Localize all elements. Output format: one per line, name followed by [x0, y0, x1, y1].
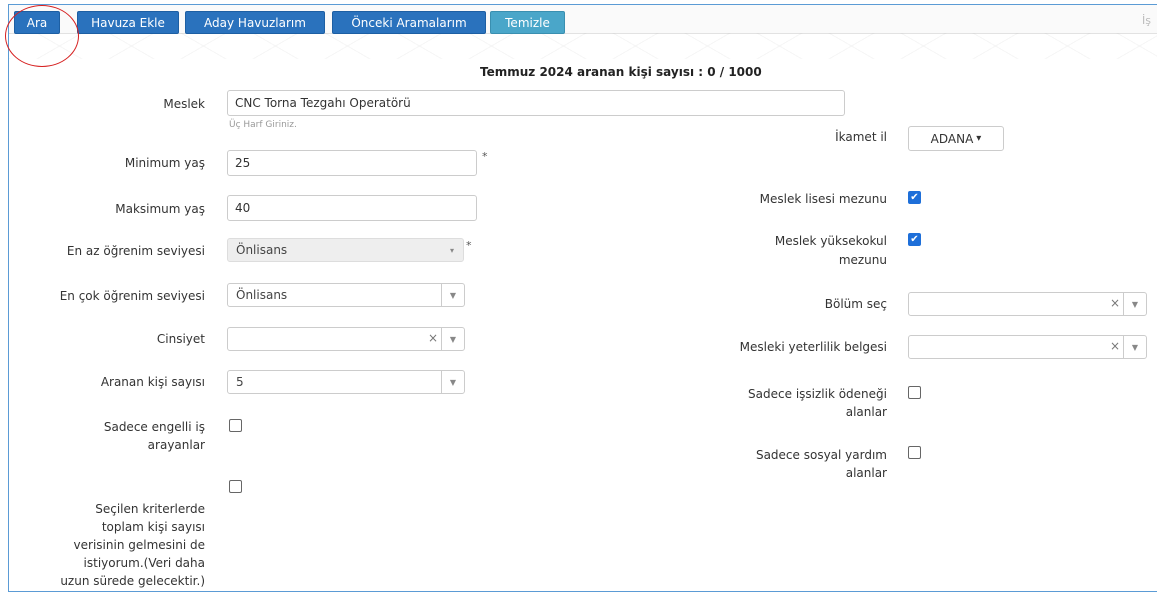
toplam-kisi-label-line5: uzun sürede gelecektir.) [60, 574, 205, 588]
en-az-ogrenim-label: En az öğrenim seviyesi [66, 244, 205, 258]
toolbar [9, 5, 1157, 34]
ikamet-il-value: ADANA [930, 131, 974, 146]
ara-button[interactable]: Ara [14, 11, 60, 34]
havuza-ekle-button[interactable]: Havuza Ekle [77, 11, 179, 34]
toplam-kisi-label-line2: toplam kişi sayısı [101, 520, 205, 534]
issizlik-odenegi-checkbox[interactable] [908, 386, 921, 399]
meslek-yuksekokul-label-line1: Meslek yüksekokul [774, 234, 887, 248]
en-cok-ogrenim-label: En çok öğrenim seviyesi [59, 289, 205, 303]
chevron-down-icon[interactable]: ▼ [441, 284, 464, 306]
clear-icon[interactable]: × [428, 331, 438, 345]
chevron-down-icon[interactable]: ▼ [441, 371, 464, 393]
sosyal-yardim-label-line2: alanlar [845, 466, 887, 480]
toplam-kisi-checkbox[interactable] [229, 480, 242, 493]
meslek-lisesi-checkbox[interactable]: ✔ [908, 191, 921, 204]
issizlik-odenegi-label-line2: alanlar [845, 405, 887, 419]
meslek-lisesi-label: Meslek lisesi mezunu [759, 192, 887, 206]
aranan-kisi-sayisi-value: 5 [236, 375, 244, 389]
mesleki-yeterlilik-select[interactable]: × ▼ [908, 335, 1147, 359]
meslek-input[interactable]: CNC Torna Tezgahı Operatörü [227, 90, 845, 116]
mesleki-yeterlilik-label: Mesleki yeterlilik belgesi [739, 340, 887, 354]
aday-havuzlarim-button[interactable]: Aday Havuzlarım [185, 11, 325, 34]
sosyal-yardim-label-line1: Sadece sosyal yardım [755, 448, 887, 462]
ikamet-il-dropdown[interactable]: ADANA ▾ [908, 126, 1004, 151]
check-icon: ✔ [910, 191, 919, 203]
toplam-kisi-label-line4: istiyorum.(Veri daha [83, 556, 205, 570]
aranan-kisi-sayisi-label: Aranan kişi sayısı [100, 375, 205, 389]
search-count-summary: Temmuz 2024 aranan kişi sayısı : 0 / 100… [480, 65, 762, 79]
chevron-down-icon[interactable]: ▼ [441, 328, 464, 350]
meslek-yuksekokul-checkbox[interactable]: ✔ [908, 233, 921, 246]
decorative-pattern [9, 33, 1157, 59]
en-az-ogrenim-select: Önlisans ▾ [227, 238, 464, 262]
cinsiyet-select[interactable]: × ▼ [227, 327, 465, 351]
required-marker: * [466, 239, 472, 252]
bolum-sec-select[interactable]: × ▼ [908, 292, 1147, 316]
bolum-sec-label: Bölüm seç [824, 297, 887, 311]
engelli-label-line2: arayanlar [147, 438, 205, 452]
en-az-ogrenim-value: Önlisans [236, 243, 288, 257]
maksimum-yas-label: Maksimum yaş [115, 202, 205, 216]
meslek-label: Meslek [163, 97, 205, 111]
chevron-down-icon[interactable]: ▼ [1123, 336, 1146, 358]
aranan-kisi-sayisi-select[interactable]: 5 ▼ [227, 370, 465, 394]
onceki-aramalarim-button[interactable]: Önceki Aramalarım [332, 11, 486, 34]
toolbar-overflow-text: İş [1142, 14, 1151, 27]
engelli-checkbox[interactable] [229, 419, 242, 432]
chevron-down-icon[interactable]: ▼ [1123, 293, 1146, 315]
chevron-down-icon: ▾ [449, 245, 454, 255]
cinsiyet-label: Cinsiyet [156, 332, 205, 346]
check-icon: ✔ [910, 233, 919, 245]
toplam-kisi-label-line3: verisinin gelmesini de [73, 538, 205, 552]
clear-icon[interactable]: × [1110, 339, 1120, 353]
ikamet-il-label: İkamet il [835, 130, 887, 144]
meslek-yuksekokul-label-line2: mezunu [838, 253, 887, 267]
clear-icon[interactable]: × [1110, 296, 1120, 310]
caret-down-icon: ▾ [976, 133, 982, 144]
en-cok-ogrenim-select[interactable]: Önlisans ▼ [227, 283, 465, 307]
minimum-yas-label: Minimum yaş [124, 156, 205, 170]
toplam-kisi-label-line1: Seçilen kriterlerde [95, 502, 205, 516]
temizle-button[interactable]: Temizle [490, 11, 565, 34]
minimum-yas-input[interactable]: 25 [227, 150, 477, 176]
maksimum-yas-input[interactable]: 40 [227, 195, 477, 221]
issizlik-odenegi-label-line1: Sadece işsizlik ödeneği [748, 387, 887, 401]
en-cok-ogrenim-value: Önlisans [236, 288, 288, 302]
meslek-hint: Üç Harf Giriniz. [229, 120, 297, 130]
engelli-label-line1: Sadece engelli iş [103, 420, 205, 434]
required-marker: * [482, 150, 488, 163]
sosyal-yardim-checkbox[interactable] [908, 446, 921, 459]
